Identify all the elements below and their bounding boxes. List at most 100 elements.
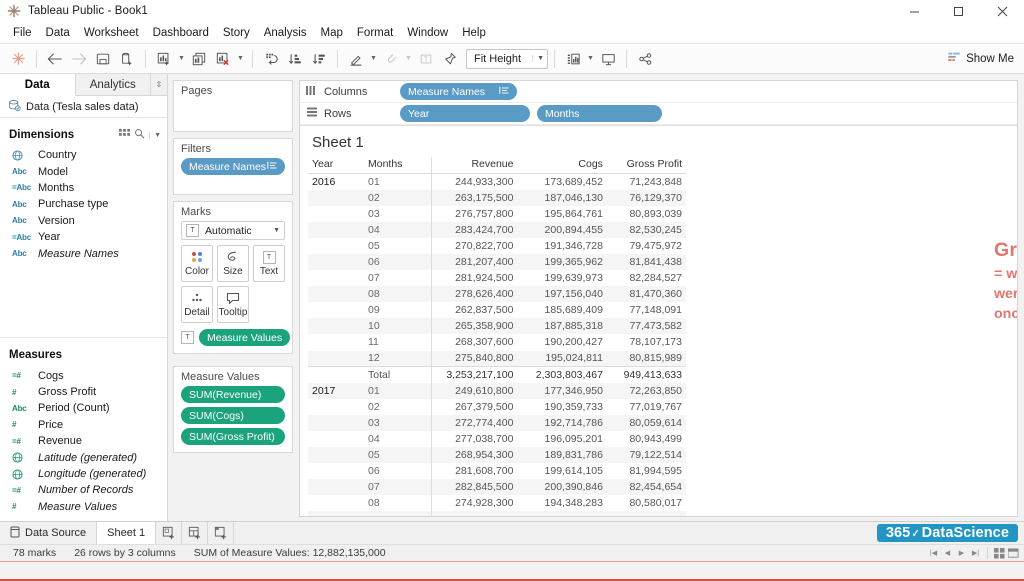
forward-arrow-icon[interactable] [67,47,91,71]
show-labels-icon[interactable]: T [414,47,438,71]
table-row[interactable]: 04283,424,700200,894,45582,530,245 [308,222,686,238]
highlight-caret-icon[interactable]: ▼ [368,47,379,71]
minimize-icon[interactable] [892,0,936,23]
columns-pill-measure-names[interactable]: Measure Names [400,83,517,100]
marks-tooltip-button[interactable]: Tooltip [217,286,249,323]
col-header-year[interactable]: Year [308,157,364,174]
dimension-year[interactable]: =Abc Year [0,229,167,245]
table-row[interactable]: 06281,207,400199,365,96281,841,438 [308,254,686,270]
table-row[interactable]: 201601244,933,300173,689,45271,243,848 [308,174,686,190]
fix-axes-caret-icon[interactable]: ▼ [403,47,414,71]
fix-axes-icon[interactable] [379,47,403,71]
pin-icon[interactable] [438,47,462,71]
tableau-home-icon[interactable] [6,47,30,71]
show-me-button[interactable]: Show Me [947,51,1014,67]
table-row[interactable]: 201701249,610,800177,346,95072,263,850 [308,383,686,399]
fit-dropdown[interactable]: Fit Height ▼ [466,49,548,69]
table-row[interactable]: 05270,822,700191,346,72879,475,972 [308,238,686,254]
menu-analysis[interactable]: Analysis [257,25,314,41]
filter-pill-measure-names[interactable]: Measure Names [181,158,285,175]
table-row[interactable]: 04277,038,700196,095,20180,943,499 [308,431,686,447]
menu-data[interactable]: Data [39,25,77,41]
dimension-months[interactable]: =Abc Months [0,180,167,196]
table-row[interactable]: 07282,845,500200,390,84682,454,654 [308,479,686,495]
close-icon[interactable] [980,0,1024,23]
menu-window[interactable]: Window [400,25,455,41]
measure-period-count[interactable]: Abc Period (Count) [0,400,167,416]
sheet-tab-sheet-1[interactable]: Sheet 1 [97,522,156,544]
dimension-country[interactable]: Country [0,147,167,163]
clear-sheet-icon[interactable] [211,47,235,71]
dimension-model[interactable]: Abc Model [0,163,167,179]
data-source-item[interactable]: Data (Tesla sales data) [0,96,167,118]
dimension-purchase-type[interactable]: Abc Purchase type [0,196,167,212]
save-icon[interactable] [91,47,115,71]
new-worksheet-icon[interactable] [152,47,176,71]
marks-size-button[interactable]: Size [217,245,249,282]
marks-text-button[interactable]: T Text [253,245,285,282]
table-row[interactable]: 08278,626,400197,156,04081,470,360 [308,286,686,302]
sort-ascending-icon[interactable] [283,47,307,71]
new-worksheet-caret-icon[interactable]: ▼ [176,47,187,71]
chevron-down-icon[interactable]: ▼ [149,132,161,139]
search-icon[interactable] [134,128,145,142]
table-row[interactable]: 12275,840,800195,024,81180,815,989 [308,351,686,367]
table-row[interactable]: 11268,307,600190,200,42778,107,173 [308,334,686,350]
tab-data[interactable]: Data [0,74,76,96]
measure-gross-profit[interactable]: # Gross Profit [0,384,167,400]
tile-layout-icon[interactable] [1007,547,1020,560]
columns-shelf[interactable]: Columns Measure Names [300,81,1017,103]
next-page-icon[interactable]: ▶ [955,547,968,560]
menu-dashboard[interactable]: Dashboard [146,25,216,41]
table-row[interactable]: 09262,837,500185,689,40977,148,091 [308,302,686,318]
col-header-cogs[interactable]: Cogs [517,157,606,174]
mark-type-dropdown[interactable]: T Automatic ▼ [181,221,285,240]
measure-revenue[interactable]: =# Revenue [0,433,167,449]
col-header-gross-profit[interactable]: Gross Profit [607,157,686,174]
marks-detail-button[interactable]: Detail [181,286,213,323]
duplicate-sheet-icon[interactable] [187,47,211,71]
marks-pill-measure-values[interactable]: Measure Values [199,329,290,346]
table-row[interactable]: 08274,928,300194,348,28380,580,017 [308,495,686,511]
clear-sheet-caret-icon[interactable]: ▼ [235,47,246,71]
table-total-row[interactable]: Total3,253,217,1002,303,803,467949,413,6… [308,367,686,383]
new-story-tab-icon[interactable] [208,522,234,544]
measure-price[interactable]: # Price [0,417,167,433]
show-hide-cards-icon[interactable] [561,47,585,71]
share-icon[interactable] [633,47,657,71]
back-arrow-icon[interactable] [43,47,67,71]
table-row[interactable]: 05268,954,300189,831,78679,122,514 [308,447,686,463]
measure-latitude[interactable]: Latitude (generated) [0,449,167,465]
table-row[interactable]: 10265,358,900187,885,31877,473,582 [308,318,686,334]
col-header-months[interactable]: Months [364,157,428,174]
dimension-measure-names[interactable]: Abc Measure Names [0,245,167,261]
new-data-source-icon[interactable] [115,47,139,71]
show-hide-cards-caret-icon[interactable]: ▼ [585,47,596,71]
prev-page-icon[interactable]: ◀ [941,547,954,560]
last-page-icon[interactable]: ▶| [969,547,982,560]
menu-file[interactable]: File [6,25,39,41]
tab-analytics[interactable]: Analytics [76,74,152,95]
rows-shelf[interactable]: Rows Year Months [300,103,1017,125]
table-row[interactable]: 09262,681,600185,537,66177,143,939 [308,511,686,516]
menu-worksheet[interactable]: Worksheet [77,25,146,41]
rows-pill-months[interactable]: Months [537,105,662,122]
dimension-version[interactable]: Abc Version [0,213,167,229]
measure-values-pill-gross-profit[interactable]: SUM(Gross Profit) [181,428,285,445]
table-row[interactable]: 07281,924,500199,639,97382,284,527 [308,270,686,286]
measure-number-of-records[interactable]: =# Number of Records [0,482,167,498]
maximize-icon[interactable] [936,0,980,23]
measure-values-pill-cogs[interactable]: SUM(Cogs) [181,407,285,424]
new-dashboard-tab-icon[interactable] [182,522,208,544]
measure-longitude[interactable]: Longitude (generated) [0,466,167,482]
table-row[interactable]: 02267,379,500190,359,73377,019,767 [308,399,686,415]
sort-descending-icon[interactable] [307,47,331,71]
measure-values-pill-revenue[interactable]: SUM(Revenue) [181,386,285,403]
table-row[interactable]: 06281,608,700199,614,10581,994,595 [308,463,686,479]
menu-help[interactable]: Help [455,25,493,41]
menu-map[interactable]: Map [314,25,350,41]
data-source-tab[interactable]: Data Source [0,522,97,544]
grid-view-icon[interactable] [119,128,130,142]
table-row[interactable]: 02263,175,500187,046,13076,129,370 [308,190,686,206]
table-row[interactable]: 03276,757,800195,864,76180,893,039 [308,206,686,222]
